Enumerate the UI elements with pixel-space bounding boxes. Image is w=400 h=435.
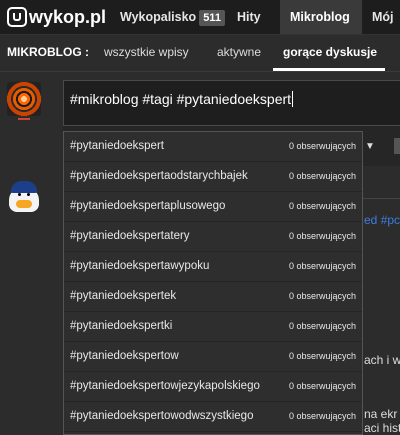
tag-suggestion-item[interactable]: #pytaniedoekspertaodstarychbajek 0 obser…: [64, 162, 362, 192]
post-composer-input[interactable]: #mikroblog #tagi #pytaniedoekspert: [63, 80, 400, 126]
tag-followers-count: 0 obserwujących: [288, 231, 356, 241]
nav-wykopalisko-label: Wykopalisko: [120, 10, 197, 24]
avatar-sex-indicator: [18, 118, 30, 120]
tag-suggestion-item[interactable]: #pytaniedoekspertawypoku 0 obserwujących: [64, 252, 362, 282]
tag-suggestion-item[interactable]: #pytaniedoekspertowjezykapolskiego 0 obs…: [64, 372, 362, 402]
logo[interactable]: wykop.pl: [7, 5, 106, 29]
tag-followers-count: 0 obserwujących: [288, 411, 356, 421]
wykop-logo-icon: [7, 7, 27, 27]
user-avatar[interactable]: [7, 82, 41, 116]
text-caret: [292, 91, 294, 107]
tag-name: #pytaniedoekspertawypoku: [70, 260, 210, 272]
tag-suggestion-item[interactable]: #pytaniedoekspert 0 obserwujących: [64, 132, 362, 162]
entry-author-avatar[interactable]: [7, 178, 41, 214]
tag-suggestion-item[interactable]: #pytaniedoekspertek 0 obserwujących: [64, 282, 362, 312]
tag-name: #pytaniedoekspertow: [70, 350, 179, 362]
tag-suggestion-item[interactable]: #pytaniedoekspertki 0 obserwujących: [64, 312, 362, 342]
entry-text-fragment: aci hist: [364, 421, 400, 435]
tag-followers-count: 0 obserwujących: [288, 171, 356, 181]
tab-gorace-dyskusje[interactable]: gorące dyskusje: [283, 45, 377, 59]
tag-suggestion-item[interactable]: #pytaniedoekspertatery 0 obserwujących: [64, 222, 362, 252]
tag-followers-count: 0 obserwujących: [288, 291, 356, 301]
tag-suggestions-dropdown: #pytaniedoekspert 0 obserwujących #pytan…: [63, 131, 363, 435]
tab-wszystkie-wpisy[interactable]: wszystkie wpisy: [104, 45, 189, 59]
active-tab-indicator: [273, 68, 385, 71]
dropdown-arrow-icon[interactable]: ▼: [360, 140, 380, 154]
divider: [363, 198, 400, 199]
tag-name: #pytaniedoekspert: [70, 140, 164, 152]
tab-aktywne[interactable]: aktywne: [217, 45, 261, 59]
tag-suggestion-item[interactable]: #pytaniedoekspertowodwszystkiego 0 obser…: [64, 402, 362, 432]
composer-action-button[interactable]: [394, 138, 400, 154]
top-navigation-bar: wykop.pl Wykopalisko 511 Hity Mikroblog M…: [0, 0, 400, 58]
tag-followers-count: 0 obserwujących: [288, 351, 356, 361]
tag-suggestion-item[interactable]: #pytaniedoekspertow 0 obserwujących: [64, 342, 362, 372]
composer-text: #mikroblog #tagi #pytaniedoekspert: [70, 91, 294, 107]
nav-moj-wykop[interactable]: Mój W: [362, 0, 400, 58]
entry-text-fragment: ach i wi: [364, 353, 400, 367]
entry-tags-fragment[interactable]: ed #pcr: [364, 213, 400, 227]
nav-hity[interactable]: Hity: [227, 0, 271, 34]
tag-name: #pytaniedoekspertowjezykapolskiego: [70, 380, 260, 392]
tag-followers-count: 0 obserwujących: [288, 141, 356, 151]
tag-name: #pytaniedoekspertki: [70, 320, 173, 332]
subnav-label: MIKROBLOG :: [7, 45, 89, 59]
tag-name: #pytaniedoekspertatery: [70, 230, 190, 242]
logo-text: wykop.pl: [29, 6, 107, 27]
tag-followers-count: 0 obserwujących: [288, 321, 356, 331]
entry-text-fragment: na ekr: [364, 407, 398, 421]
tag-suggestion-item[interactable]: #pytaniedoekspertaplusowego 0 obserwując…: [64, 192, 362, 222]
tag-name: #pytaniedoekspertowodwszystkiego: [70, 410, 254, 422]
tag-name: #pytaniedoekspertek: [70, 290, 177, 302]
nav-mikroblog[interactable]: Mikroblog: [280, 0, 362, 34]
mikroblog-subnav: MIKROBLOG : wszystkie wpisy aktywne gorą…: [0, 35, 400, 72]
nav-wykopalisko[interactable]: Wykopalisko 511: [110, 0, 235, 34]
tag-followers-count: 0 obserwujących: [288, 261, 356, 271]
tag-name: #pytaniedoekspertaplusowego: [70, 200, 226, 212]
tag-name: #pytaniedoekspertaodstarychbajek: [70, 170, 248, 182]
wykopalisko-count-badge: 511: [199, 10, 225, 26]
tag-followers-count: 0 obserwujących: [288, 201, 356, 211]
tag-followers-count: 0 obserwujących: [288, 381, 356, 391]
